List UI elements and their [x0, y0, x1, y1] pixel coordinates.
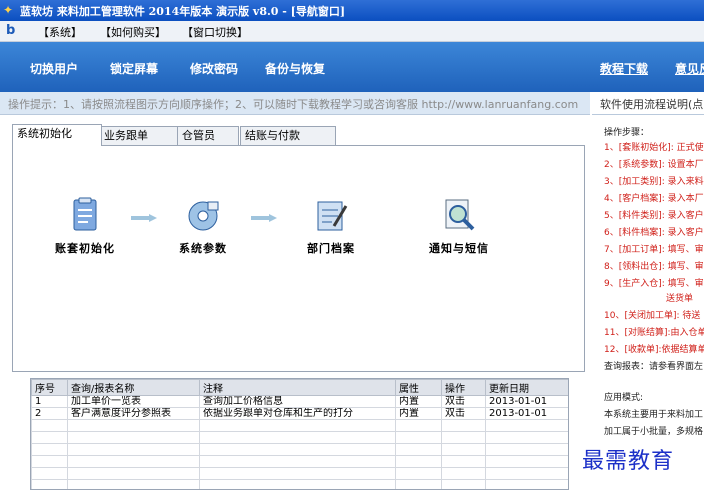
magnifier-icon — [440, 196, 478, 234]
switch-user-button[interactable]: 切换用户 — [30, 60, 78, 77]
col-header-action[interactable]: 操作 — [441, 379, 486, 396]
instruction-step: 12、[收款单]:依据结算单 — [604, 345, 704, 355]
cell-note: 查询加工价格信息 — [199, 395, 396, 408]
instruction-step: 5、[料件类别]: 录入客户 — [604, 211, 704, 221]
col-header-name[interactable]: 查询/报表名称 — [67, 379, 200, 396]
cell-action: 双击 — [441, 395, 486, 408]
flow-step-label: 通知与短信 — [429, 242, 489, 255]
instruction-step: 2、[系统参数]: 设置本厂 — [604, 160, 704, 170]
cell-date: 2013-01-01 — [485, 407, 568, 420]
instruction-step-cont: 送货单 — [666, 294, 694, 304]
instruction-step: 4、[客户档案]: 录入本厂 — [604, 194, 704, 204]
table-row-empty — [31, 431, 568, 444]
change-password-button[interactable]: 修改密码 — [190, 60, 238, 77]
cell-index: 1 — [31, 395, 68, 408]
col-header-attr[interactable]: 属性 — [395, 379, 442, 396]
col-header-note[interactable]: 注释 — [199, 379, 396, 396]
cell-index: 2 — [31, 407, 68, 420]
table-row-empty — [31, 419, 568, 432]
mode-line: 加工属于小批量，多规格 — [604, 427, 704, 437]
tab-system-init[interactable]: 系统初始化 — [12, 124, 102, 146]
disk-settings-icon — [184, 196, 222, 234]
instruction-step: 11、[对账结算]:由入仓单 — [604, 328, 704, 338]
instruction-step: 10、[关闭加工单]: 待送 — [604, 311, 701, 321]
instruction-step: 7、[加工订单]: 填写、审 — [604, 245, 704, 255]
menu-bar: b 【系统】 【如何购买】 【窗口切换】 — [0, 21, 704, 42]
flow-step-system-params[interactable]: 系统参数 — [153, 196, 253, 256]
hint-text: 操作提示：1、请按照流程图示方向顺序操作；2、可以随时下载教程学习或咨询客服 h… — [8, 98, 579, 111]
flow-step-label: 账套初始化 — [55, 242, 115, 255]
feedback-link[interactable]: 意见反 — [675, 60, 704, 77]
tab-order-tracking[interactable]: 业务跟单 — [99, 126, 181, 145]
cell-name: 客户满意度评分参照表 — [67, 407, 200, 420]
instructions-heading: 操作步骤： — [604, 128, 650, 138]
instruction-step: 1、[套账初始化]: 正式使 — [604, 143, 704, 153]
flow-arrow-icon — [251, 214, 277, 222]
col-header-index[interactable]: 序号 — [31, 379, 68, 396]
cell-name: 加工单价一览表 — [67, 395, 200, 408]
app-icon: ✦ — [3, 3, 14, 17]
instruction-step: 6、[料件档案]: 录入客户 — [604, 228, 704, 238]
cell-note: 依据业务跟单对仓库和生产的打分 — [199, 407, 396, 420]
watermark-logo: 最需教育 — [582, 449, 675, 474]
flow-panel: 账套初始化 系统参数 部门档案 通知与短信 — [12, 145, 585, 372]
table-row-empty — [31, 443, 568, 456]
menu-window-switch[interactable]: 【窗口切换】 — [182, 24, 248, 40]
col-header-date[interactable]: 更新日期 — [485, 379, 568, 396]
tab-warehouse[interactable]: 仓管员 — [177, 126, 239, 145]
instructions-pane: 操作步骤： 1、[套账初始化]: 正式使 2、[系统参数]: 设置本厂 3、[加… — [600, 120, 704, 490]
report-grid: 序号 查询/报表名称 注释 属性 操作 更新日期 1 加工单价一览表 查询加工价… — [30, 378, 569, 490]
window-title: 蓝软坊 来料加工管理软件 2014年版本 演示版 v8.0 - [导航窗口] — [20, 5, 346, 18]
instruction-step: 8、[领料出仓]: 填写、审 — [604, 262, 704, 272]
hint-bar: 操作提示：1、请按照流程图示方向顺序操作；2、可以随时下载教程学习或咨询客服 h… — [0, 92, 590, 115]
table-row-empty — [31, 455, 568, 468]
mode-heading: 应用模式: — [604, 393, 644, 403]
flow-guide-header: 软件使用流程说明(点 — [592, 92, 704, 115]
flow-step-label: 部门档案 — [307, 242, 355, 255]
tab-strip: 系统初始化 业务跟单 仓管员 结账与付款 — [12, 124, 587, 146]
document-pen-icon — [312, 196, 350, 234]
clipboard-icon — [66, 196, 104, 234]
flow-step-departments[interactable]: 部门档案 — [281, 196, 381, 256]
flow-step-notify-sms[interactable]: 通知与短信 — [409, 196, 509, 256]
menu-how-to-buy[interactable]: 【如何购买】 — [100, 24, 166, 40]
tutorial-download-link[interactable]: 教程下载 — [600, 60, 648, 77]
tab-settlement[interactable]: 结账与付款 — [240, 126, 336, 145]
flow-step-account-init[interactable]: 账套初始化 — [35, 196, 135, 256]
menu-logo-icon: b — [6, 23, 16, 38]
table-row[interactable]: 2 客户满意度评分参照表 依据业务跟单对仓库和生产的打分 内置 双击 2013-… — [31, 407, 568, 420]
lock-screen-button[interactable]: 锁定屏幕 — [110, 60, 158, 77]
report-note: 查询报表：请参看界面左 — [604, 362, 704, 372]
cell-date: 2013-01-01 — [485, 395, 568, 408]
menu-system[interactable]: 【系统】 — [38, 24, 82, 40]
title-bar: ✦ 蓝软坊 来料加工管理软件 2014年版本 演示版 v8.0 - [导航窗口] — [0, 0, 704, 21]
flow-step-label: 系统参数 — [179, 242, 227, 255]
flow-guide-link[interactable]: 软件使用流程说明(点 — [600, 96, 703, 112]
cell-attr: 内置 — [395, 395, 442, 408]
table-row-empty — [31, 479, 568, 489]
backup-restore-button[interactable]: 备份与恢复 — [265, 60, 325, 77]
table-row[interactable]: 1 加工单价一览表 查询加工价格信息 内置 双击 2013-01-01 — [31, 395, 568, 408]
table-row-empty — [31, 467, 568, 480]
toolbar: 切换用户 锁定屏幕 修改密码 备份与恢复 教程下载 意见反 — [0, 42, 704, 92]
cell-attr: 内置 — [395, 407, 442, 420]
cell-action: 双击 — [441, 407, 486, 420]
mode-line: 本系统主要用于来料加工 — [604, 410, 704, 420]
instruction-step: 9、[生产入仓]: 填写、审 — [604, 279, 704, 289]
instruction-step: 3、[加工类别]: 录入来料 — [604, 177, 704, 187]
